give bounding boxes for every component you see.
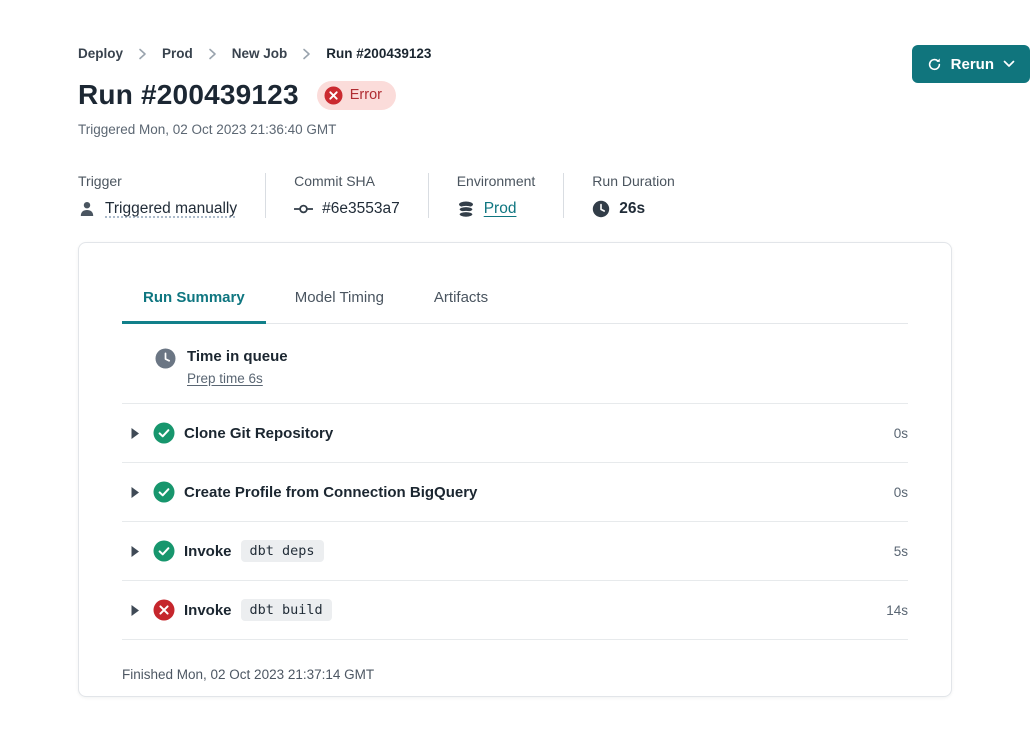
status-badge-label: Error: [350, 87, 382, 103]
breadcrumb: Deploy Prod New Job Run #200439123: [78, 46, 952, 61]
refresh-icon: [927, 57, 942, 72]
meta-duration: Run Duration 26s: [564, 173, 703, 218]
rerun-button[interactable]: Rerun: [912, 45, 1030, 83]
success-check-icon: [153, 422, 175, 444]
error-circle-icon: [324, 86, 343, 105]
header: Run #200439123 Error: [78, 79, 952, 111]
commit-sha-value: #6e3553a7: [322, 200, 400, 218]
chevron-down-icon: [1003, 60, 1015, 68]
step-duration: 5s: [894, 544, 908, 559]
tab-run-summary[interactable]: Run Summary: [122, 289, 266, 324]
expand-triangle-icon[interactable]: [130, 427, 140, 440]
step-row-dbt-build[interactable]: Invoke dbt build 14s: [122, 581, 908, 640]
tab-artifacts[interactable]: Artifacts: [413, 289, 509, 324]
meta-trigger: Trigger Triggered manually: [78, 173, 266, 218]
tab-bar: Run Summary Model Timing Artifacts: [122, 289, 908, 324]
time-in-queue-row: Time in queue Prep time 6s: [122, 324, 908, 404]
error-circle-icon: [153, 599, 175, 621]
meta-commit: Commit SHA #6e3553a7: [266, 173, 429, 218]
breadcrumb-prod[interactable]: Prod: [162, 46, 193, 61]
success-check-icon: [153, 481, 175, 503]
person-icon: [78, 200, 96, 218]
expand-triangle-icon[interactable]: [130, 604, 140, 617]
trigger-value-link[interactable]: Triggered manually: [105, 200, 237, 218]
step-title: Clone Git Repository: [184, 425, 333, 442]
step-row-clone-git[interactable]: Clone Git Repository 0s: [122, 404, 908, 463]
run-meta-row: Trigger Triggered manually Commit SHA: [78, 173, 952, 218]
chevron-right-icon: [138, 48, 147, 60]
finished-timestamp: Finished Mon, 02 Oct 2023 21:37:14 GMT: [122, 667, 908, 682]
environment-value-link[interactable]: Prod: [484, 200, 517, 218]
step-title: Create Profile from Connection BigQuery: [184, 484, 477, 501]
step-title: Invoke: [184, 602, 232, 619]
meta-trigger-label: Trigger: [78, 173, 237, 189]
run-detail-page: Deploy Prod New Job Run #200439123 Run #…: [0, 0, 1030, 697]
queue-clock-icon: [155, 348, 176, 369]
prep-time-link[interactable]: Prep time 6s: [187, 371, 288, 386]
run-duration-value: 26s: [619, 200, 645, 218]
breadcrumb-new-job[interactable]: New Job: [232, 46, 288, 61]
step-duration: 14s: [886, 603, 908, 618]
page-title: Run #200439123: [78, 79, 299, 111]
triggered-timestamp: Triggered Mon, 02 Oct 2023 21:36:40 GMT: [78, 122, 952, 137]
step-duration: 0s: [894, 485, 908, 500]
queue-title: Time in queue: [187, 348, 288, 365]
status-badge: Error: [317, 81, 396, 110]
meta-commit-label: Commit SHA: [294, 173, 400, 189]
command-code-chip: dbt deps: [241, 540, 324, 562]
chevron-right-icon: [302, 48, 311, 60]
breadcrumb-deploy[interactable]: Deploy: [78, 46, 123, 61]
command-code-chip: dbt build: [241, 599, 332, 621]
step-row-dbt-deps[interactable]: Invoke dbt deps 5s: [122, 522, 908, 581]
meta-duration-label: Run Duration: [592, 173, 675, 189]
expand-triangle-icon[interactable]: [130, 486, 140, 499]
clock-icon: [592, 200, 610, 218]
step-title: Invoke: [184, 543, 232, 560]
meta-environment: Environment Prod: [429, 173, 565, 218]
step-row-create-profile[interactable]: Create Profile from Connection BigQuery …: [122, 463, 908, 522]
meta-environment-label: Environment: [457, 173, 536, 189]
git-commit-icon: [294, 203, 313, 215]
chevron-right-icon: [208, 48, 217, 60]
rerun-button-label: Rerun: [951, 56, 994, 73]
step-duration: 0s: [894, 426, 908, 441]
breadcrumb-current-run: Run #200439123: [326, 46, 431, 61]
database-icon: [457, 201, 475, 218]
expand-triangle-icon[interactable]: [130, 545, 140, 558]
run-summary-card: Run Summary Model Timing Artifacts Time …: [78, 242, 952, 697]
tab-model-timing[interactable]: Model Timing: [274, 289, 405, 324]
success-check-icon: [153, 540, 175, 562]
